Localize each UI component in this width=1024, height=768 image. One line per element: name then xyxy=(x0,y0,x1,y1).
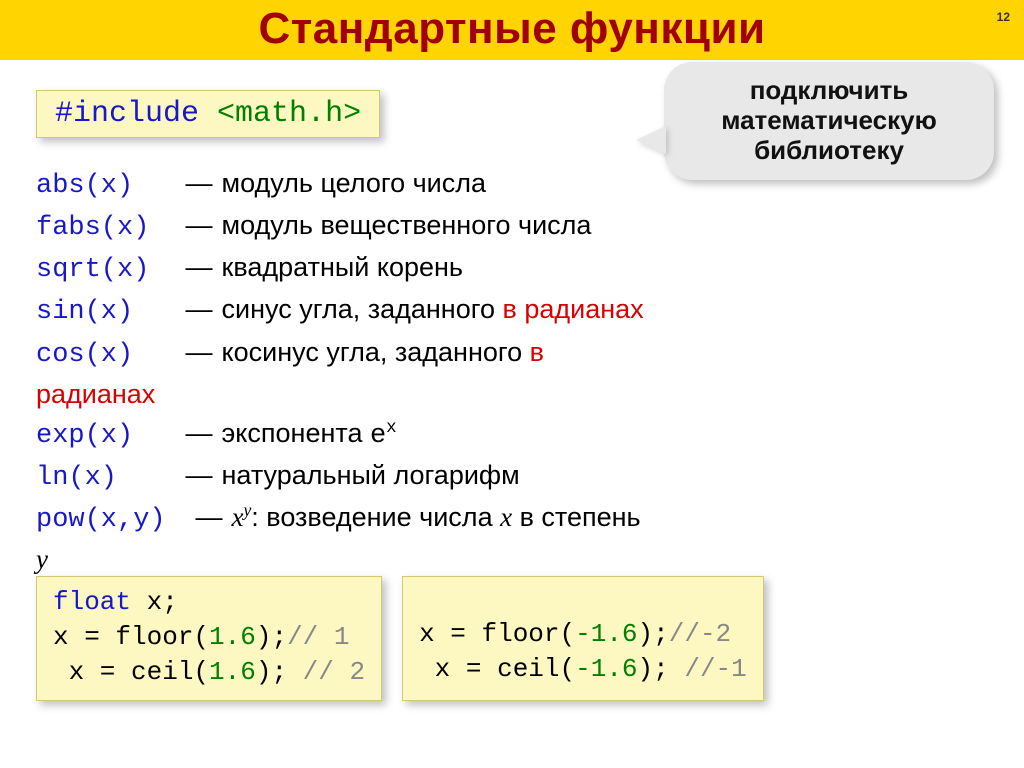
callout-line3: библиотеку xyxy=(754,135,904,165)
fn-exp-e: ex xyxy=(370,421,397,451)
fn-pow: pow(x,y)— xy: возведение числа x в степе… xyxy=(36,498,988,540)
example-boxes: float x; x = floor(1.6);// 1 x = ceil(1.… xyxy=(36,576,764,701)
fn-code: ln(x) xyxy=(36,459,184,498)
fn-desc: модуль вещественного числа xyxy=(222,210,592,240)
fn-cos: cos(x)— косинус угла, заданного в xyxy=(36,333,988,375)
fn-desc-a: косинус угла, заданного xyxy=(222,337,530,367)
fn-pow-xy: xy xyxy=(232,502,252,532)
fn-code: sqrt(x) xyxy=(36,251,184,290)
include-header: <math.h> xyxy=(217,97,361,131)
fn-pow-wrap: y xyxy=(36,540,988,579)
example-left: float x; x = floor(1.6);// 1 x = ceil(1.… xyxy=(36,576,382,701)
fn-desc-red: в xyxy=(530,337,544,367)
callout-bubble: подключить математическую библиотеку xyxy=(664,62,994,180)
fn-code: exp(x) xyxy=(36,417,184,456)
dash: — xyxy=(184,333,214,372)
fn-desc: квадратный корень xyxy=(222,252,463,282)
example-right: x = floor(-1.6);//-2 x = ceil(-1.6); //-… xyxy=(402,576,764,701)
fn-desc-a: экспонента xyxy=(222,418,370,448)
fn-desc-c: в степень xyxy=(512,502,641,532)
fn-desc-red: в радианах xyxy=(503,294,644,324)
dash: — xyxy=(194,498,224,537)
include-box: #include <math.h> xyxy=(36,90,380,138)
dash: — xyxy=(184,414,214,453)
dash: — xyxy=(184,164,214,203)
fn-pow-xi: x xyxy=(500,502,512,532)
fn-code: pow(x,y) xyxy=(36,501,194,540)
fn-ln: ln(x)— натуральный логарифм xyxy=(36,456,988,498)
title-bar: Стандартные функции 12 xyxy=(0,0,1024,60)
callout-tail-icon xyxy=(636,126,666,154)
dash: — xyxy=(184,206,214,245)
dash: — xyxy=(184,290,214,329)
page-number: 12 xyxy=(997,10,1010,24)
fn-desc: натуральный логарифм xyxy=(222,460,520,490)
fn-code: fabs(x) xyxy=(36,209,184,248)
fn-sqrt: sqrt(x)— квадратный корень xyxy=(36,248,988,290)
fn-sin: sin(x)— синус угла, заданного в радианах xyxy=(36,290,988,332)
callout-line1: подключить xyxy=(750,75,909,105)
fn-cos-wrap: радианах xyxy=(36,375,988,414)
fn-code: cos(x) xyxy=(36,336,184,375)
callout-line2: математическую xyxy=(721,105,937,135)
fn-desc-b: : возведение числа xyxy=(251,502,500,532)
fn-desc-a: синус угла, заданного xyxy=(222,294,503,324)
fn-exp: exp(x)— экспонента ex xyxy=(36,414,988,456)
fn-fabs: fabs(x)— модуль вещественного числа xyxy=(36,206,988,248)
page-title: Стандартные функции xyxy=(0,4,1024,54)
fn-desc: модуль целого числа xyxy=(222,168,487,198)
include-directive: #include xyxy=(55,97,199,131)
fn-code: sin(x) xyxy=(36,293,184,332)
fn-code: abs(x) xyxy=(36,167,184,206)
dash: — xyxy=(184,456,214,495)
dash: — xyxy=(184,248,214,287)
